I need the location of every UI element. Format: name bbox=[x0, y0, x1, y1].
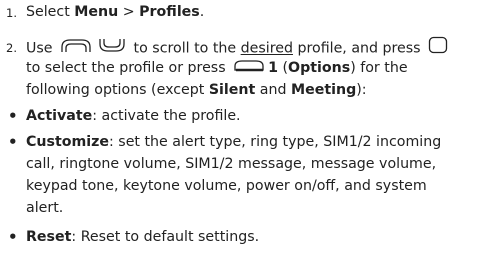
bullet-icon: • bbox=[8, 107, 18, 125]
silent-label: Silent bbox=[208, 82, 256, 98]
profiles-label: Profiles bbox=[139, 4, 200, 20]
center-select-key-icon bbox=[428, 36, 448, 61]
left-softkey-icon bbox=[233, 57, 265, 79]
bullet-icon: • bbox=[8, 228, 18, 246]
meeting-label: Meeting bbox=[291, 82, 357, 98]
document-page: 1. Select Menu > Profiles. 2. Use to scr… bbox=[0, 0, 485, 258]
menu-label: Menu bbox=[74, 4, 119, 20]
step-number: 2. bbox=[6, 41, 17, 55]
options-label: Options bbox=[288, 60, 351, 76]
step-1-text: Select Menu > Profiles. bbox=[26, 4, 205, 20]
bullet-icon: • bbox=[8, 133, 18, 151]
step-number: 1. bbox=[6, 6, 17, 20]
